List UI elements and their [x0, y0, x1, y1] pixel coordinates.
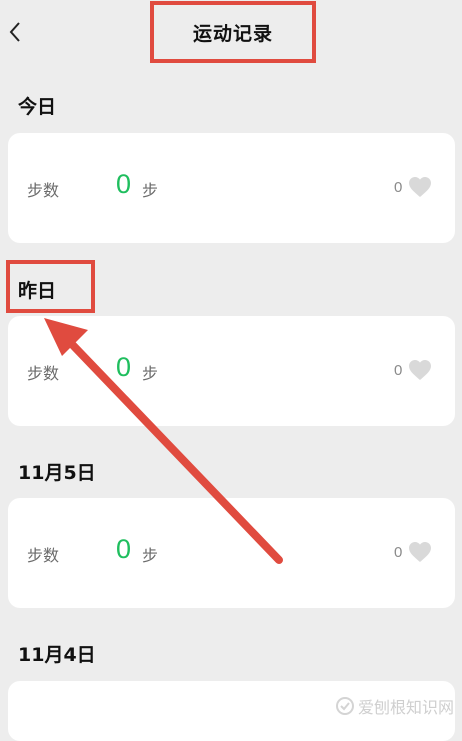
step-record-card: 步数 0 步 0 [8, 316, 455, 426]
heart-icon[interactable] [408, 176, 432, 198]
like-count: 0 [394, 179, 403, 196]
steps-label: 步数 [27, 546, 60, 565]
like-count: 0 [394, 544, 403, 561]
steps-label: 步数 [27, 364, 60, 383]
steps-label: 步数 [27, 181, 60, 200]
steps-unit: 步 [142, 181, 159, 200]
step-record-card: 步数 0 步 0 [8, 133, 455, 243]
heart-icon[interactable] [408, 359, 432, 381]
watermark-logo-icon [335, 697, 354, 715]
steps-value: 0 [116, 169, 132, 199]
watermark-text: 爱刨根知识网 [357, 698, 454, 717]
step-record-card: 步数 0 步 0 [8, 498, 455, 608]
steps-unit: 步 [142, 546, 159, 565]
heart-icon[interactable] [408, 541, 432, 563]
watermark: 爱刨根知识网 [335, 694, 454, 718]
back-button[interactable] [0, 12, 30, 52]
steps-value: 0 [116, 534, 132, 564]
like-count: 0 [394, 362, 403, 379]
steps-unit: 步 [142, 364, 159, 383]
section-label-date: 11月4日 [18, 644, 96, 666]
top-bar: 运动记录 [0, 0, 462, 64]
section-label-date: 11月5日 [18, 462, 96, 484]
title-highlight-box: 运动记录 [150, 1, 316, 63]
chevron-left-icon[interactable] [8, 21, 22, 43]
steps-value: 0 [116, 352, 132, 382]
section-label-yesterday: 昨日 [18, 280, 57, 302]
page-title: 运动记录 [192, 22, 273, 45]
section-label-today: 今日 [18, 96, 57, 118]
